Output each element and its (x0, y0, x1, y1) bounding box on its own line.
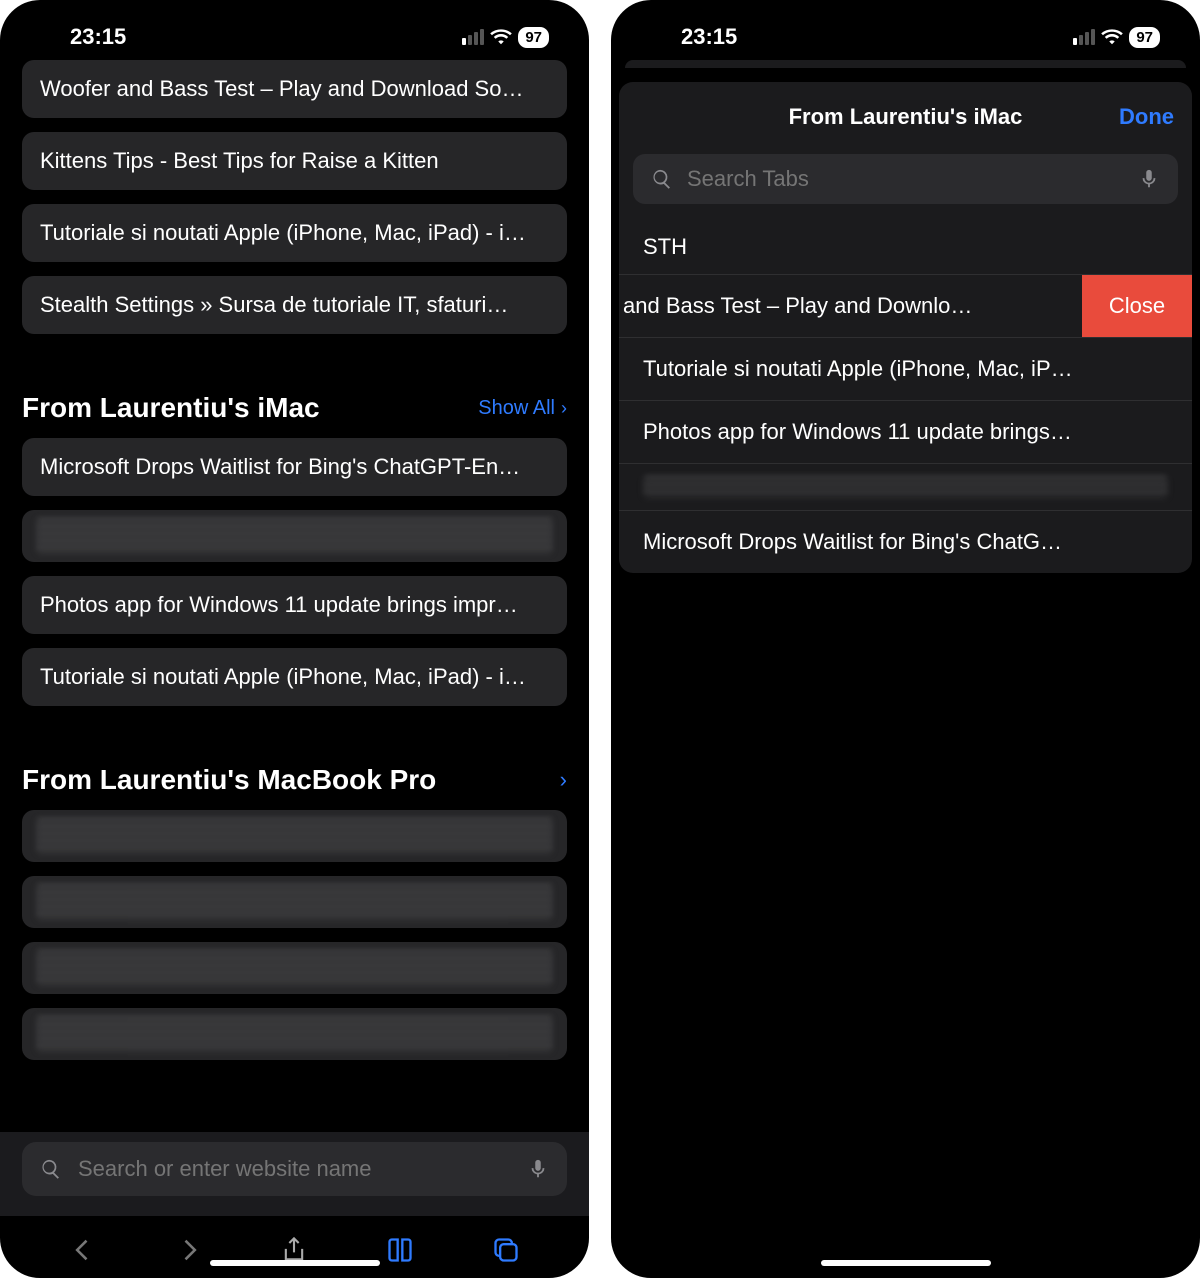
list-item[interactable]: Tutoriale si noutati Apple (iPhone, Mac,… (619, 337, 1192, 400)
tab-item[interactable]: Stealth Settings » Sursa de tutoriale IT… (22, 276, 567, 334)
list-item[interactable]: Microsoft Drops Waitlist for Bing's Chat… (619, 510, 1192, 573)
home-indicator[interactable] (821, 1260, 991, 1266)
phone-left: 23:15 97 Woofer and Bass Test – Play and… (0, 0, 589, 1278)
phone-right: 23:15 97 From Laurentiu's iMac Done STH … (611, 0, 1200, 1278)
clock: 23:15 (681, 24, 737, 50)
microphone-icon[interactable] (1138, 168, 1160, 190)
search-tabs-input[interactable] (687, 166, 1124, 192)
tabs-sheet: From Laurentiu's iMac Done STH and Bass … (619, 82, 1192, 573)
search-input[interactable] (78, 1156, 511, 1182)
status-bar: 23:15 97 (611, 0, 1200, 60)
section-header-macbook: From Laurentiu's MacBook Pro › (22, 764, 567, 796)
background-sheet (625, 60, 1186, 68)
cellular-signal-icon (1073, 29, 1095, 45)
done-button[interactable]: Done (1119, 104, 1174, 130)
clock: 23:15 (70, 24, 126, 50)
close-button[interactable]: Close (1082, 275, 1192, 337)
safari-toolbar (0, 1216, 589, 1278)
chevron-right-icon[interactable]: › (560, 767, 567, 793)
tab-item[interactable]: Woofer and Bass Test – Play and Download… (22, 60, 567, 118)
cellular-signal-icon (462, 29, 484, 45)
home-indicator[interactable] (210, 1260, 380, 1266)
tab-item[interactable]: Tutoriale si noutati Apple (iPhone, Mac,… (22, 204, 567, 262)
tab-item[interactable]: Microsoft Drops Waitlist for Bing's Chat… (22, 438, 567, 496)
search-icon (40, 1158, 62, 1180)
section-header-imac: From Laurentiu's iMac Show All › (22, 392, 567, 424)
status-bar: 23:15 97 (0, 0, 589, 60)
show-all-button[interactable]: Show All › (478, 397, 567, 420)
start-page: Woofer and Bass Test – Play and Download… (0, 60, 589, 1132)
tab-item-redacted[interactable] (22, 810, 567, 862)
bottom-search-area (0, 1132, 589, 1216)
microphone-icon[interactable] (527, 1158, 549, 1180)
tab-item-redacted[interactable] (22, 942, 567, 994)
tab-item-redacted[interactable] (22, 510, 567, 562)
address-bar[interactable] (22, 1142, 567, 1196)
forward-button[interactable] (175, 1236, 203, 1264)
tab-item[interactable]: Photos app for Windows 11 update brings … (22, 576, 567, 634)
back-button[interactable] (69, 1236, 97, 1264)
tab-item[interactable]: Tutoriale si noutati Apple (iPhone, Mac,… (22, 648, 567, 706)
tab-item-redacted[interactable] (22, 1008, 567, 1060)
section-title: From Laurentiu's iMac (22, 392, 320, 424)
tab-item[interactable]: Kittens Tips - Best Tips for Raise a Kit… (22, 132, 567, 190)
sheet-title: From Laurentiu's iMac (789, 104, 1023, 130)
search-icon (651, 168, 673, 190)
list-item[interactable]: Photos app for Windows 11 update brings… (619, 400, 1192, 463)
list-item-redacted[interactable] (619, 463, 1192, 510)
section-label: STH (619, 204, 1192, 274)
tabs-button[interactable] (492, 1236, 520, 1264)
wifi-icon (490, 28, 512, 46)
tab-item-redacted[interactable] (22, 876, 567, 928)
battery-level: 97 (1129, 27, 1160, 48)
search-tabs-field[interactable] (633, 154, 1178, 204)
chevron-right-icon: › (561, 398, 567, 419)
battery-level: 97 (518, 27, 549, 48)
bookmarks-button[interactable] (386, 1236, 414, 1264)
list-item[interactable]: and Bass Test – Play and Downlo…Close (619, 274, 1192, 337)
wifi-icon (1101, 28, 1123, 46)
section-title: From Laurentiu's MacBook Pro (22, 764, 436, 796)
